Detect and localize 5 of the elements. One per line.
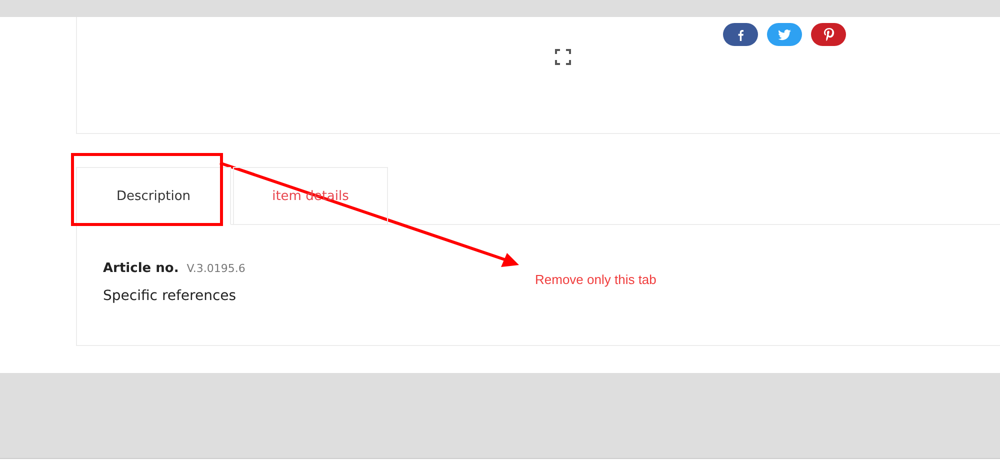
- tab[interactable]: Description: [76, 167, 231, 225]
- references-heading: Specific references: [103, 288, 238, 304]
- article-label: Article no.: [103, 261, 179, 276]
- annotation-text: Remove only this tab: [535, 272, 656, 287]
- article-value: V.3.0195.6: [186, 262, 246, 275]
